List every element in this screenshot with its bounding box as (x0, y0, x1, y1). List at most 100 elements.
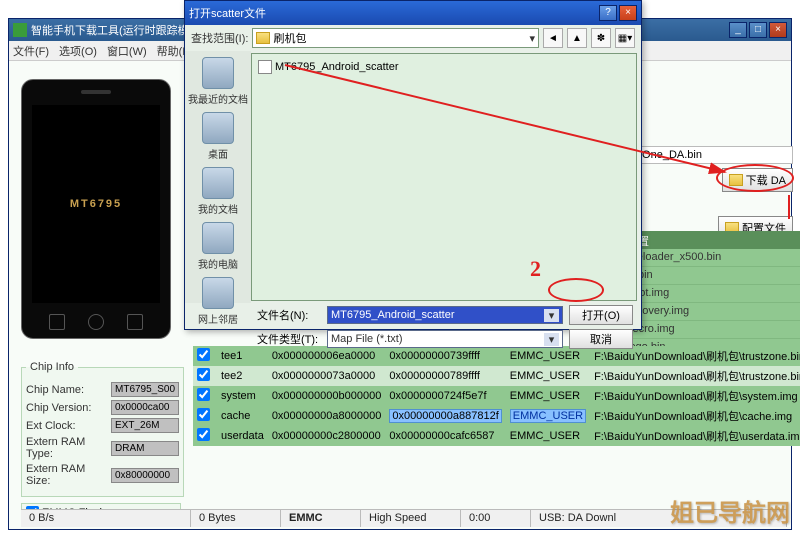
dialog-titlebar: 打开scatter文件 ? × (185, 1, 641, 25)
download-da-button[interactable]: 下载 DA (722, 168, 793, 192)
phone-buttons (22, 314, 170, 330)
chip-version-label: Chip Version: (26, 402, 111, 414)
status-mode: EMMC (281, 510, 361, 527)
close-button[interactable]: × (769, 22, 787, 38)
menu-file[interactable]: 文件(F) (13, 43, 49, 59)
partition-row[interactable]: boot.img (623, 285, 800, 303)
phone-screen: MT6795 (32, 105, 160, 303)
row-region: EMMC_USER (506, 386, 590, 406)
chip-info-panel: Chip Info Chip Name:MT6795_S00 Chip Vers… (21, 361, 181, 522)
row-path: F:\BaiduYunDownload\刷机包\trustzone.bin (590, 366, 800, 386)
file-list[interactable]: MT6795_Android_scatter (251, 53, 637, 301)
row-checkbox[interactable] (197, 408, 210, 421)
sidebar-mydocs[interactable]: 我的文档 (196, 165, 240, 218)
table-row[interactable]: cache0x00000000a80000000x00000000a887812… (193, 406, 800, 426)
row-checkbox[interactable] (197, 368, 210, 381)
row-start: 0x00000000a8000000 (268, 406, 386, 426)
partition-row[interactable]: recovery.img (623, 303, 800, 321)
computer-icon (202, 222, 234, 254)
minimize-button[interactable]: _ (729, 22, 747, 38)
phone-home-btn (88, 314, 104, 330)
partition-row[interactable]: secro.img (623, 321, 800, 339)
status-speed: 0 B/s (21, 510, 191, 527)
ram-type-label: Extern RAM Type: (26, 436, 111, 460)
row-path: F:\BaiduYunDownload\刷机包\system.img (590, 386, 800, 406)
partition-row[interactable]: preloader_x500.bin (623, 249, 800, 267)
chip-info-legend: Chip Info (26, 361, 78, 373)
lookin-combo[interactable]: 刷机包 ▾ (252, 28, 539, 48)
row-region: EMMC_USER (506, 406, 590, 426)
row-region: EMMC_USER (506, 426, 590, 446)
partition-row[interactable]: lk.bin (623, 267, 800, 285)
maximize-button[interactable]: □ (749, 22, 767, 38)
menu-window[interactable]: 窗口(W) (107, 43, 147, 59)
app-icon (13, 23, 27, 37)
ext-clock-label: Ext Clock: (26, 420, 111, 432)
filename-combo[interactable]: MT6795_Android_scatter ▾ (327, 306, 563, 324)
dialog-sidebar: 我最近的文档 桌面 我的文档 我的电脑 网上邻居 (185, 51, 251, 303)
network-icon (202, 277, 234, 309)
row-end: 0x0000000724f5e7f (385, 386, 505, 406)
table-row[interactable]: userdata0x00000000c28000000x00000000cafc… (193, 426, 800, 446)
sidebar-recent[interactable]: 我最近的文档 (186, 55, 250, 108)
dialog-close-button[interactable]: × (619, 5, 637, 21)
phone-back-btn (127, 314, 143, 330)
row-checkbox[interactable] (197, 428, 210, 441)
row-name: userdata (217, 426, 268, 446)
partition-header: 位置 (623, 231, 800, 249)
ext-clock-value: EXT_26M (111, 418, 179, 433)
table-row[interactable]: tee20x0000000073a00000x00000000789ffffEM… (193, 366, 800, 386)
file-open-dialog: 打开scatter文件 ? × 查找范围(I): 刷机包 ▾ ◄ ▲ ✽ ▦▾ … (184, 0, 642, 330)
chip-name-value: MT6795_S00 (111, 382, 179, 397)
filetype-value: Map File (*.txt) (331, 333, 403, 345)
row-path: F:\BaiduYunDownload\刷机包\cache.img (590, 406, 800, 426)
newfolder-button[interactable]: ✽ (591, 28, 611, 48)
partition-list: 位置 preloader_x500.bin lk.bin boot.img re… (623, 231, 800, 357)
menu-option[interactable]: 选项(O) (59, 43, 97, 59)
row-region: EMMC_USER (506, 366, 590, 386)
phone-menu-btn (49, 314, 65, 330)
filetype-combo[interactable]: Map File (*.txt) ▾ (327, 330, 563, 348)
dropdown-icon[interactable]: ▾ (529, 32, 535, 45)
phone-mockup: MT6795 (21, 79, 171, 339)
filename-label: 文件名(N): (257, 307, 321, 323)
row-name: tee2 (217, 366, 268, 386)
lookin-label: 查找范围(I): (191, 30, 248, 46)
status-speedmode: High Speed (361, 510, 461, 527)
up-button[interactable]: ▲ (567, 28, 587, 48)
right-panel: llInOne_DA.bin 下载 DA 配置文件 (623, 146, 793, 242)
open-button[interactable]: 打开(O) (569, 305, 633, 325)
phone-speaker (81, 90, 111, 94)
mydocs-icon (202, 167, 234, 199)
ram-size-value: 0x80000000 (111, 468, 179, 483)
filetype-label: 文件类型(T): (257, 331, 321, 347)
dialog-title: 打开scatter文件 (189, 5, 597, 21)
sidebar-network[interactable]: 网上邻居 (196, 275, 240, 328)
dialog-help-button[interactable]: ? (599, 5, 617, 21)
table-row[interactable]: system0x000000000b0000000x0000000724f5e7… (193, 386, 800, 406)
chip-version-value: 0x0000ca00 (111, 400, 179, 415)
status-usb: USB: DA Downl (531, 510, 787, 527)
views-button[interactable]: ▦▾ (615, 28, 635, 48)
cancel-button[interactable]: 取消 (569, 329, 633, 349)
row-start: 0x000000000b000000 (268, 386, 386, 406)
phone-panel: MT6795 (21, 79, 171, 339)
sidebar-desktop[interactable]: 桌面 (200, 110, 236, 163)
file-item[interactable]: MT6795_Android_scatter (256, 58, 632, 76)
recent-icon (202, 57, 234, 89)
file-icon (258, 60, 272, 74)
chip-name-label: Chip Name: (26, 384, 111, 396)
dropdown-icon[interactable]: ▾ (544, 309, 559, 322)
row-name: cache (217, 406, 268, 426)
dialog-toolbar: 查找范围(I): 刷机包 ▾ ◄ ▲ ✽ ▦▾ (185, 25, 641, 51)
sidebar-mycomputer[interactable]: 我的电脑 (196, 220, 240, 273)
back-button[interactable]: ◄ (543, 28, 563, 48)
ram-size-label: Extern RAM Size: (26, 463, 111, 487)
file-item-name: MT6795_Android_scatter (275, 61, 399, 73)
dropdown-icon[interactable]: ▾ (544, 333, 559, 346)
filename-value: MT6795_Android_scatter (331, 309, 455, 321)
lookin-value: 刷机包 (273, 30, 306, 46)
row-checkbox[interactable] (197, 388, 210, 401)
ram-type-value: DRAM (111, 441, 179, 456)
folder-icon (729, 174, 743, 186)
